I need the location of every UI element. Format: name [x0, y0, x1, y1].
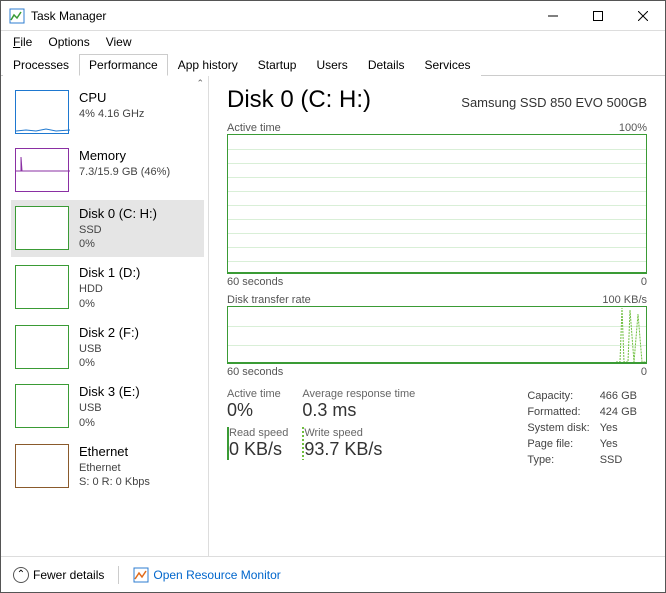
memory-thumbnail: [15, 148, 69, 192]
write-speed-label: Write speed: [304, 427, 382, 439]
ethernet-thumbnail: [15, 444, 69, 488]
cpu-thumbnail: [15, 90, 69, 134]
active-time-chart: [227, 134, 647, 274]
sidebar-item-disk2[interactable]: Disk 2 (F:)USB0%: [11, 319, 204, 376]
chart1-max: 100%: [619, 122, 647, 134]
disk-thumbnail: [15, 384, 69, 428]
open-resource-monitor-link[interactable]: Open Resource Monitor: [133, 567, 280, 583]
disk-thumbnail: [15, 206, 69, 250]
maximize-button[interactable]: [575, 1, 620, 30]
read-speed-label: Read speed: [229, 427, 288, 439]
minimize-button[interactable]: [530, 1, 575, 30]
resource-monitor-icon: [133, 567, 149, 583]
menu-file[interactable]: File: [5, 33, 40, 51]
content: ⌃ CPU4% 4.16 GHz Memory7.3/15.9 GB (46%)…: [1, 76, 665, 556]
footer: ⌃ Fewer details Open Resource Monitor: [1, 556, 665, 592]
sidebar-item-cpu[interactable]: CPU4% 4.16 GHz: [11, 84, 204, 140]
write-speed-value: 93.7 KB/s: [304, 439, 382, 460]
menu-view[interactable]: View: [98, 33, 140, 51]
disk-thumbnail: [15, 325, 69, 369]
detail-title: Disk 0 (C: H:): [227, 86, 371, 114]
disk-thumbnail: [15, 265, 69, 309]
sidebar-item-label: Disk 3 (E:): [79, 384, 140, 401]
active-time-value: 0%: [227, 400, 288, 421]
chart2-max: 100 KB/s: [602, 294, 647, 306]
sidebar-item-label: Disk 0 (C: H:): [79, 206, 157, 223]
transfer-rate-chart: [227, 306, 647, 364]
sidebar-item-label: Ethernet: [79, 444, 150, 461]
menubar: File Options View: [1, 31, 665, 53]
tab-startup[interactable]: Startup: [248, 54, 307, 76]
chart2-label: Disk transfer rate: [227, 294, 311, 306]
sidebar-item-label: Disk 2 (F:): [79, 325, 139, 342]
detail-subtitle: Samsung SSD 850 EVO 500GB: [461, 95, 647, 110]
titlebar: Task Manager: [1, 1, 665, 31]
close-button[interactable]: [620, 1, 665, 30]
chevron-up-icon: ⌃: [13, 567, 29, 583]
active-time-label: Active time: [227, 388, 288, 400]
response-time-value: 0.3 ms: [302, 400, 415, 421]
detail-pane: Disk 0 (C: H:) Samsung SSD 850 EVO 500GB…: [209, 76, 665, 556]
chart2-xlabel: 60 seconds: [227, 366, 283, 378]
sidebar-item-disk0[interactable]: Disk 0 (C: H:)SSD0%: [11, 200, 204, 257]
response-time-label: Average response time: [302, 388, 415, 400]
window-title: Task Manager: [31, 9, 530, 23]
disk-info-table: Capacity:466 GB Formatted:424 GB System …: [525, 388, 647, 470]
sidebar-item-label: Memory: [79, 148, 170, 165]
sidebar-item-memory[interactable]: Memory7.3/15.9 GB (46%): [11, 142, 204, 198]
chart1-label: Active time: [227, 122, 281, 134]
sidebar: ⌃ CPU4% 4.16 GHz Memory7.3/15.9 GB (46%)…: [1, 76, 209, 556]
sidebar-item-label: Disk 1 (D:): [79, 265, 140, 282]
app-icon: [9, 8, 25, 24]
tab-strip: Processes Performance App history Startu…: [1, 53, 665, 76]
scroll-up-icon[interactable]: ⌃: [196, 78, 204, 89]
sidebar-item-disk1[interactable]: Disk 1 (D:)HDD0%: [11, 259, 204, 316]
read-speed-value: 0 KB/s: [229, 439, 288, 460]
tab-performance[interactable]: Performance: [79, 54, 168, 76]
tab-details[interactable]: Details: [358, 54, 415, 76]
fewer-details-button[interactable]: ⌃ Fewer details: [13, 567, 104, 583]
tab-users[interactable]: Users: [306, 54, 357, 76]
tab-processes[interactable]: Processes: [3, 54, 79, 76]
sidebar-item-label: CPU: [79, 90, 144, 107]
tab-app-history[interactable]: App history: [168, 54, 248, 76]
sidebar-item-ethernet[interactable]: EthernetEthernetS: 0 R: 0 Kbps: [11, 438, 204, 495]
menu-options[interactable]: Options: [40, 33, 97, 51]
sidebar-item-disk3[interactable]: Disk 3 (E:)USB0%: [11, 378, 204, 435]
stats-row: Active time 0% Read speed 0 KB/s Average…: [227, 388, 647, 470]
tab-services[interactable]: Services: [415, 54, 481, 76]
chart1-xlabel: 60 seconds: [227, 276, 283, 288]
divider: [118, 566, 119, 584]
